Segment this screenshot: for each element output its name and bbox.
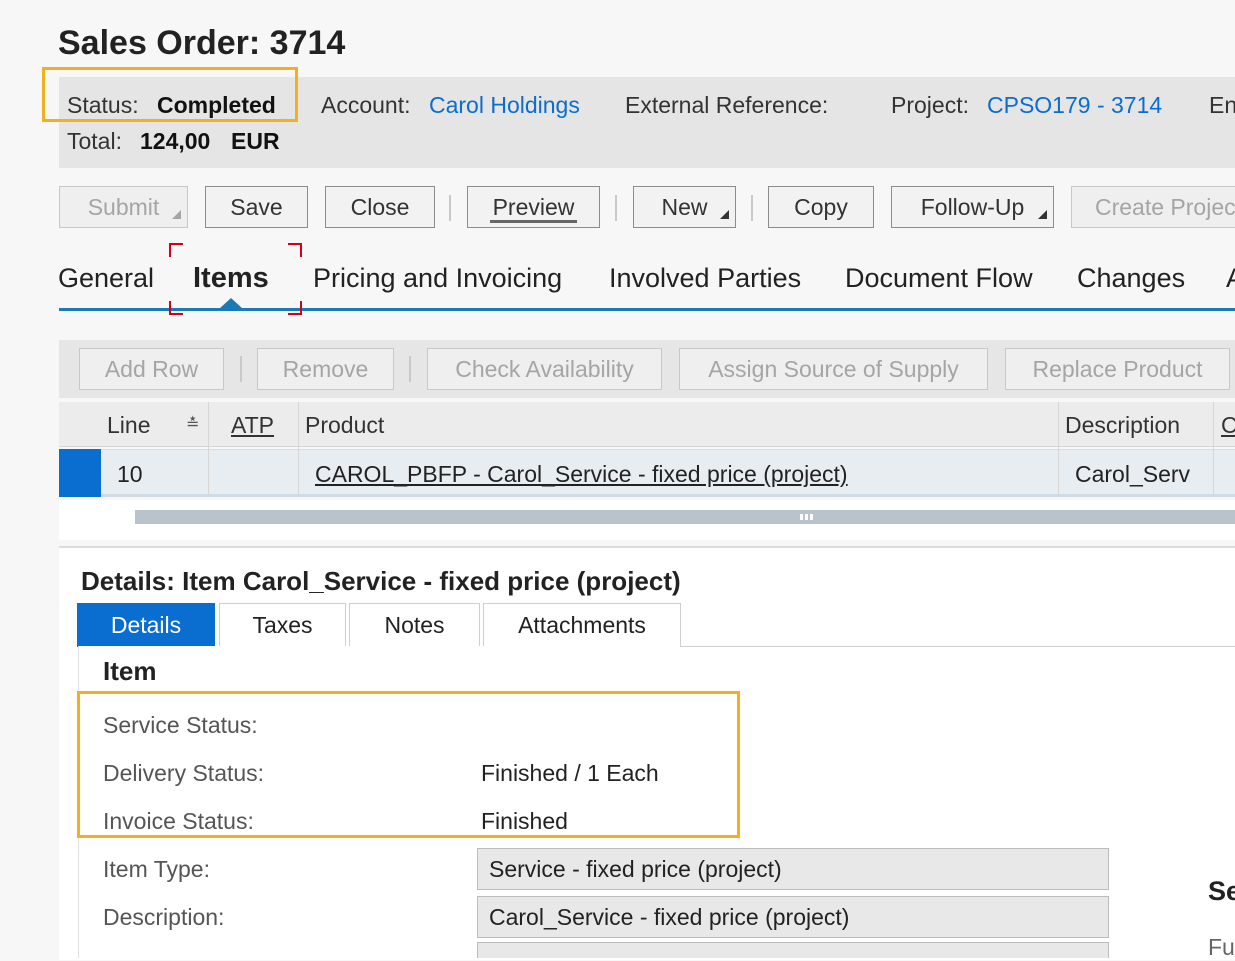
sort-ascending-icon[interactable]: ≛ xyxy=(186,414,199,434)
dropdown-arrow-icon xyxy=(720,210,729,219)
tab-pricing-and-invoicing[interactable]: Pricing and Invoicing xyxy=(313,263,562,294)
focus-corner xyxy=(169,243,183,257)
submit-button[interactable]: Submit xyxy=(59,186,188,228)
toolbar-separator xyxy=(409,356,411,382)
cell-product-link[interactable]: CAROL_PBFP - Carol_Service - fixed price… xyxy=(315,461,848,488)
item-type-field: Service - fixed price (project) xyxy=(477,848,1109,890)
follow-up-button-label: Follow-Up xyxy=(920,193,1025,220)
tab-truncated[interactable]: A xyxy=(1226,263,1235,294)
tab-taxes[interactable]: Taxes xyxy=(219,603,346,647)
total-value: 124,00 xyxy=(140,128,211,154)
new-button-label: New xyxy=(661,193,708,220)
cell-line: 10 xyxy=(117,461,143,487)
copy-button[interactable]: Copy xyxy=(768,186,874,228)
tab-general[interactable]: General xyxy=(58,263,154,294)
account-link[interactable]: Carol Holdings xyxy=(429,92,580,119)
save-button[interactable]: Save xyxy=(205,186,308,228)
tab-items[interactable]: Items xyxy=(193,262,269,295)
total-label: Total: xyxy=(67,128,122,154)
submit-button-label: Submit xyxy=(87,193,160,220)
description-field[interactable]: Carol_Service - fixed price (project) xyxy=(477,896,1109,938)
row-selector[interactable] xyxy=(59,449,101,497)
scrollbar-grip-icon[interactable] xyxy=(800,514,820,520)
follow-up-button[interactable]: Follow-Up xyxy=(891,186,1054,228)
account-label: Account: xyxy=(321,92,411,118)
create-project-button[interactable]: Create Projec xyxy=(1071,186,1235,228)
details-title: Details: Item Carol_Service - fixed pric… xyxy=(81,566,681,596)
dropdown-arrow-icon xyxy=(172,210,181,219)
tab-attachments[interactable]: Attachments xyxy=(483,603,681,647)
tab-involved-parties[interactable]: Involved Parties xyxy=(609,263,801,294)
column-separator xyxy=(298,449,299,497)
focus-corner xyxy=(169,301,183,315)
toolbar-separator xyxy=(615,195,617,221)
column-header-description[interactable]: Description xyxy=(1065,412,1180,439)
assign-source-of-supply-button[interactable]: Assign Source of Supply xyxy=(679,348,988,390)
close-button[interactable]: Close xyxy=(325,186,435,228)
dropdown-arrow-icon xyxy=(1038,210,1047,219)
tab-document-flow[interactable]: Document Flow xyxy=(845,263,1033,294)
project-link[interactable]: CPSO179 - 3714 xyxy=(987,92,1162,119)
remove-button[interactable]: Remove xyxy=(257,348,394,390)
side-section-text: Fu xyxy=(1208,934,1235,960)
focus-corner xyxy=(288,243,302,257)
column-separator xyxy=(1058,449,1059,497)
toolbar-separator xyxy=(449,195,451,221)
truncated-header-label: En xyxy=(1209,92,1235,118)
panel-divider xyxy=(680,646,1235,647)
total-currency: EUR xyxy=(231,128,280,154)
horizontal-scrollbar[interactable] xyxy=(135,510,1235,524)
preview-button[interactable]: Preview xyxy=(467,186,600,228)
status-highlight-box xyxy=(42,67,298,122)
column-separator xyxy=(208,449,209,497)
tab-notes[interactable]: Notes xyxy=(349,603,480,647)
add-row-button[interactable]: Add Row xyxy=(79,348,224,390)
column-header-truncated[interactable]: C xyxy=(1221,412,1235,439)
description-label: Description: xyxy=(103,904,225,930)
column-separator xyxy=(1213,449,1214,497)
sales-order-page: Sales Order: 3714 Status: Completed Acco… xyxy=(0,0,1235,960)
project-label: Project: xyxy=(891,92,969,118)
column-header-line[interactable]: Line xyxy=(107,412,150,439)
column-header-product[interactable]: Product xyxy=(305,412,384,439)
focus-corner xyxy=(288,301,302,315)
tab-details[interactable]: Details xyxy=(77,603,215,647)
cell-description: Carol_Serv xyxy=(1075,461,1191,487)
new-button[interactable]: New xyxy=(633,186,736,228)
tab-changes[interactable]: Changes xyxy=(1077,263,1185,294)
item-section-title: Item xyxy=(103,656,157,686)
next-field-partial[interactable] xyxy=(477,942,1109,958)
active-tab-caret-icon xyxy=(219,298,243,309)
toolbar-separator xyxy=(751,195,753,221)
status-fields-highlight-box xyxy=(77,691,740,838)
check-availability-button[interactable]: Check Availability xyxy=(427,348,662,390)
toolbar-separator xyxy=(240,356,242,382)
column-header-atp[interactable]: ATP xyxy=(231,412,274,439)
replace-product-button[interactable]: Replace Product xyxy=(1005,348,1230,390)
item-type-label: Item Type: xyxy=(103,856,210,882)
side-section-title: Se xyxy=(1208,876,1235,906)
page-title: Sales Order: 3714 xyxy=(58,24,346,62)
external-reference-label: External Reference: xyxy=(625,92,829,118)
